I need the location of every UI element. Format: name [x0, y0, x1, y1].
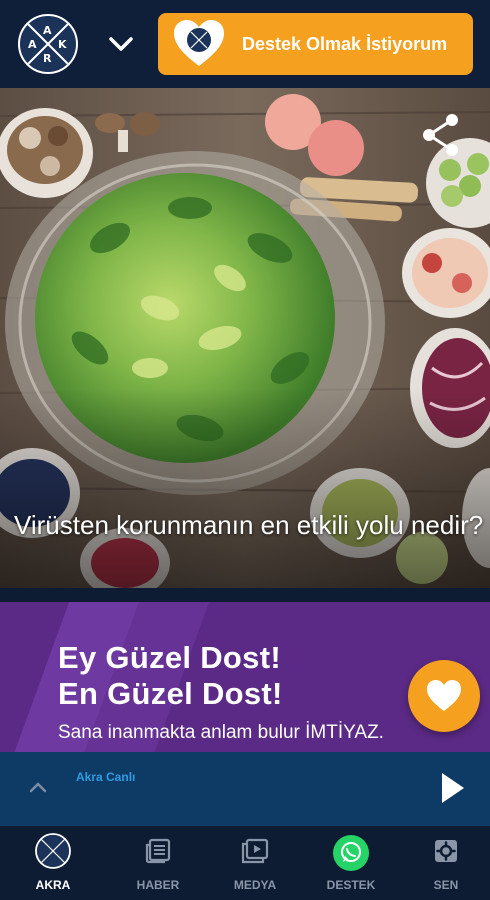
- support-button[interactable]: Destek Olmak İstiyorum: [158, 13, 473, 75]
- chevron-down-icon[interactable]: [106, 32, 136, 56]
- app-screen: A K R A Destek Olmak İstiyorum Virüsten …: [0, 0, 490, 900]
- favorite-button[interactable]: [408, 660, 480, 732]
- article-headline[interactable]: Virüsten korunmanın en etkili yolu nedir…: [14, 506, 484, 544]
- nav-item-akra[interactable]: AKRA: [16, 826, 90, 900]
- akra-logo-icon: [35, 833, 71, 869]
- play-icon[interactable]: [440, 771, 466, 805]
- news-icon: [145, 838, 171, 864]
- nav-item-haber[interactable]: HABER: [120, 826, 196, 900]
- section-divider: [0, 588, 490, 602]
- nav-item-destek[interactable]: DESTEK: [313, 826, 389, 900]
- settings-icon: [435, 840, 457, 862]
- nav-label: MEDYA: [233, 878, 277, 892]
- logo-letter-right: K: [58, 38, 67, 51]
- logo-letter-bottom: R: [43, 52, 52, 65]
- nav-label: HABER: [136, 878, 180, 892]
- bottom-navigation: AKRA HABER MEDYA DESTEK SEN: [0, 826, 490, 900]
- whatsapp-icon: [333, 835, 369, 871]
- banner-title-line1: Ey Güzel Dost!: [58, 640, 281, 675]
- media-play-icon: [241, 838, 269, 864]
- station-name: Akra Canlı: [76, 770, 136, 784]
- banner-subtitle: Sana inanmakta anlam bulur İMTİYAZ.: [58, 722, 384, 743]
- nav-label: SEN: [433, 878, 459, 892]
- logo-letter-left: A: [28, 38, 37, 51]
- nav-item-sen[interactable]: SEN: [408, 826, 484, 900]
- nav-label: AKRA: [35, 878, 71, 892]
- heart-logo-icon: [174, 20, 224, 66]
- banner-title-line2: En Güzel Dost!: [58, 676, 283, 711]
- logo-letter-top: A: [43, 24, 52, 37]
- nav-item-medya[interactable]: MEDYA: [217, 826, 293, 900]
- share-icon[interactable]: [420, 112, 462, 158]
- akra-logo[interactable]: A K R A: [18, 14, 78, 74]
- top-header: A K R A Destek Olmak İstiyorum: [0, 0, 490, 88]
- nav-label: DESTEK: [326, 878, 376, 892]
- radio-player-bar: Akra Canlı: [0, 752, 490, 826]
- chevron-up-icon[interactable]: [28, 780, 48, 794]
- heart-icon: [427, 680, 461, 711]
- support-button-label: Destek Olmak İstiyorum: [242, 34, 448, 54]
